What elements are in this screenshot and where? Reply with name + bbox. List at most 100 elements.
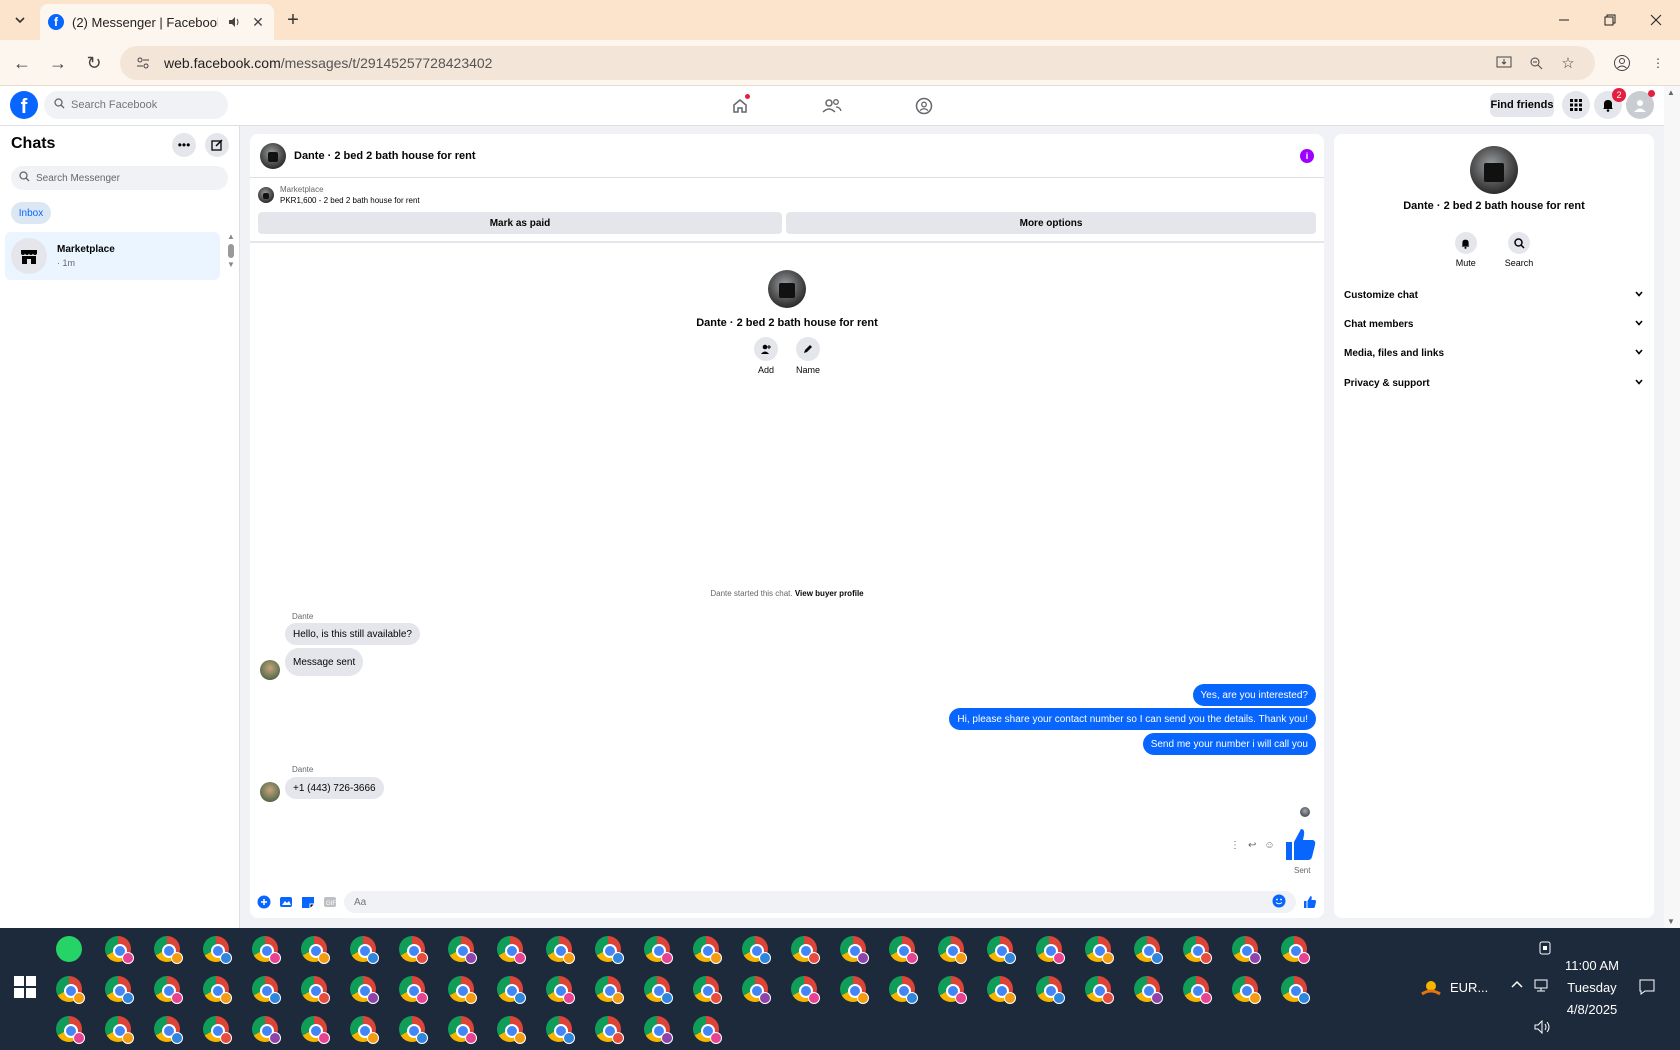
chrome-profile-icon[interactable] <box>644 976 673 1004</box>
speaker-icon[interactable] <box>226 14 242 30</box>
chrome-profile-icon[interactable] <box>203 936 232 964</box>
chrome-profile-icon[interactable] <box>1232 976 1261 1004</box>
chrome-profile-icon[interactable] <box>1036 976 1065 1004</box>
facebook-logo-icon[interactable]: f <box>10 91 38 119</box>
windows-start-icon[interactable] <box>14 976 36 998</box>
chrome-profile-icon[interactable] <box>301 1016 330 1044</box>
facebook-search-input[interactable] <box>71 99 211 111</box>
install-app-icon[interactable] <box>1491 50 1517 76</box>
conversation-avatar[interactable] <box>260 142 286 169</box>
chrome-profile-icon[interactable] <box>252 1016 281 1044</box>
chrome-profile-icon[interactable] <box>742 936 771 964</box>
chrome-profile-icon[interactable] <box>252 976 281 1004</box>
language-indicator[interactable]: EUR... <box>1450 980 1488 995</box>
chrome-profile-icon[interactable] <box>105 976 134 1004</box>
conversation-title[interactable]: Dante · 2 bed 2 bath house for rent <box>294 150 1292 162</box>
chrome-profile-icon[interactable] <box>938 936 967 964</box>
message-input-box[interactable] <box>344 891 1296 913</box>
reply-icon[interactable]: ↩ <box>1248 840 1256 851</box>
photo-icon[interactable] <box>278 894 294 910</box>
chrome-profile-icon[interactable] <box>546 1016 575 1044</box>
more-options-button[interactable]: More options <box>786 212 1316 234</box>
chrome-profile-icon[interactable] <box>350 1016 379 1044</box>
chrome-profile-icon[interactable] <box>1232 936 1261 964</box>
chrome-profile-icon[interactable] <box>203 1016 232 1044</box>
chrome-profile-icon[interactable] <box>1183 976 1212 1004</box>
outgoing-message[interactable]: Hi, please share your contact number so … <box>949 708 1316 730</box>
chrome-profile-icon[interactable] <box>399 936 428 964</box>
outgoing-message[interactable]: Yes, are you interested? <box>1192 684 1316 706</box>
gif-icon[interactable]: GIF <box>322 894 338 910</box>
close-window-icon[interactable] <box>1636 6 1676 34</box>
view-buyer-profile-link[interactable]: View buyer profile <box>795 589 864 598</box>
network-icon[interactable] <box>1534 978 1552 997</box>
url-text[interactable]: web.facebook.com/messages/t/291452577284… <box>164 55 1485 71</box>
account-avatar[interactable] <box>1626 90 1655 119</box>
message-input[interactable] <box>354 896 1272 908</box>
bookmark-star-icon[interactable]: ☆ <box>1555 50 1581 76</box>
chrome-profile-icon[interactable] <box>399 976 428 1004</box>
chrome-profile-icon[interactable] <box>399 1016 428 1044</box>
messenger-search-box[interactable]: Search Messenger <box>11 166 228 190</box>
chrome-profile-icon[interactable] <box>154 1016 183 1044</box>
sender-avatar[interactable] <box>260 782 280 802</box>
facebook-search-box[interactable] <box>44 91 228 119</box>
volume-icon[interactable] <box>1534 1019 1552 1037</box>
weather-icon[interactable] <box>1420 978 1442 1001</box>
mute-button[interactable]: Mute <box>1454 232 1477 268</box>
chrome-profile-icon[interactable] <box>497 1016 526 1044</box>
like-icon[interactable] <box>1302 894 1318 910</box>
chrome-profile-icon[interactable] <box>350 936 379 964</box>
chrome-profile-icon[interactable] <box>889 976 918 1004</box>
chrome-profile-icon[interactable] <box>791 976 820 1004</box>
chrome-profile-icon[interactable] <box>203 976 232 1004</box>
zoom-icon[interactable] <box>1523 50 1549 76</box>
tab-search-icon[interactable] <box>8 9 32 31</box>
chrome-profile-icon[interactable] <box>889 936 918 964</box>
sidebar-scrollbar[interactable]: ▲ ▼ <box>227 232 237 272</box>
chrome-profile-icon[interactable] <box>840 976 869 1004</box>
add-people-button[interactable]: Add <box>753 337 778 375</box>
scroll-down-arrow-icon[interactable]: ▼ <box>227 260 237 269</box>
find-friends-button[interactable]: Find friends <box>1490 93 1554 117</box>
minimize-icon[interactable] <box>1544 6 1584 34</box>
chrome-profile-icon[interactable] <box>644 1016 673 1044</box>
scroll-up-arrow-icon[interactable]: ▲ <box>1667 88 1675 97</box>
chrome-profile-icon[interactable] <box>105 936 134 964</box>
clock-day[interactable]: Tuesday <box>1558 980 1626 995</box>
whatsapp-icon[interactable] <box>56 936 82 962</box>
react-icon[interactable]: ☺ <box>1264 840 1274 851</box>
notifications-bell-icon[interactable]: 2 <box>1594 88 1626 119</box>
incoming-message[interactable]: +1 (443) 726-3666 <box>285 777 384 799</box>
chrome-profile-icon[interactable] <box>938 976 967 1004</box>
omnibox[interactable]: web.facebook.com/messages/t/291452577284… <box>120 46 1595 80</box>
chrome-profile-icon[interactable] <box>595 936 624 964</box>
chrome-profile-icon[interactable] <box>595 1016 624 1044</box>
clock-time[interactable]: 11:00 AM <box>1558 958 1626 973</box>
chrome-profile-icon[interactable] <box>546 936 575 964</box>
chrome-profile-icon[interactable] <box>693 976 722 1004</box>
browser-menu-icon[interactable]: ⋮ <box>1646 51 1670 75</box>
reload-icon[interactable]: ↻ <box>82 51 106 75</box>
media-files-links-section[interactable]: Media, files and links <box>1344 342 1644 364</box>
emoji-icon[interactable] <box>1272 894 1286 911</box>
privacy-support-section[interactable]: Privacy & support <box>1344 372 1644 394</box>
profile-icon[interactable] <box>1610 51 1634 75</box>
chrome-profile-icon[interactable] <box>1134 936 1163 964</box>
scroll-up-arrow-icon[interactable]: ▲ <box>227 232 237 241</box>
chrome-profile-icon[interactable] <box>301 936 330 964</box>
clock-date[interactable]: 4/8/2025 <box>1558 1002 1626 1017</box>
chrome-profile-icon[interactable] <box>1183 936 1212 964</box>
incoming-message[interactable]: Hello, is this still available? <box>285 623 420 645</box>
chat-members-section[interactable]: Chat members <box>1344 313 1644 335</box>
edit-name-button[interactable]: Name <box>795 337 820 375</box>
new-message-icon[interactable] <box>205 133 229 157</box>
chrome-profile-icon[interactable] <box>448 976 477 1004</box>
page-scrollbar[interactable]: ▲ ▼ <box>1664 86 1680 928</box>
menu-grid-icon[interactable] <box>1562 91 1590 119</box>
chrome-profile-icon[interactable] <box>1281 936 1310 964</box>
chrome-profile-icon[interactable] <box>154 936 183 964</box>
search-in-conversation-button[interactable]: Search <box>1505 232 1533 268</box>
chrome-profile-icon[interactable] <box>448 1016 477 1044</box>
chrome-profile-icon[interactable] <box>1036 936 1065 964</box>
